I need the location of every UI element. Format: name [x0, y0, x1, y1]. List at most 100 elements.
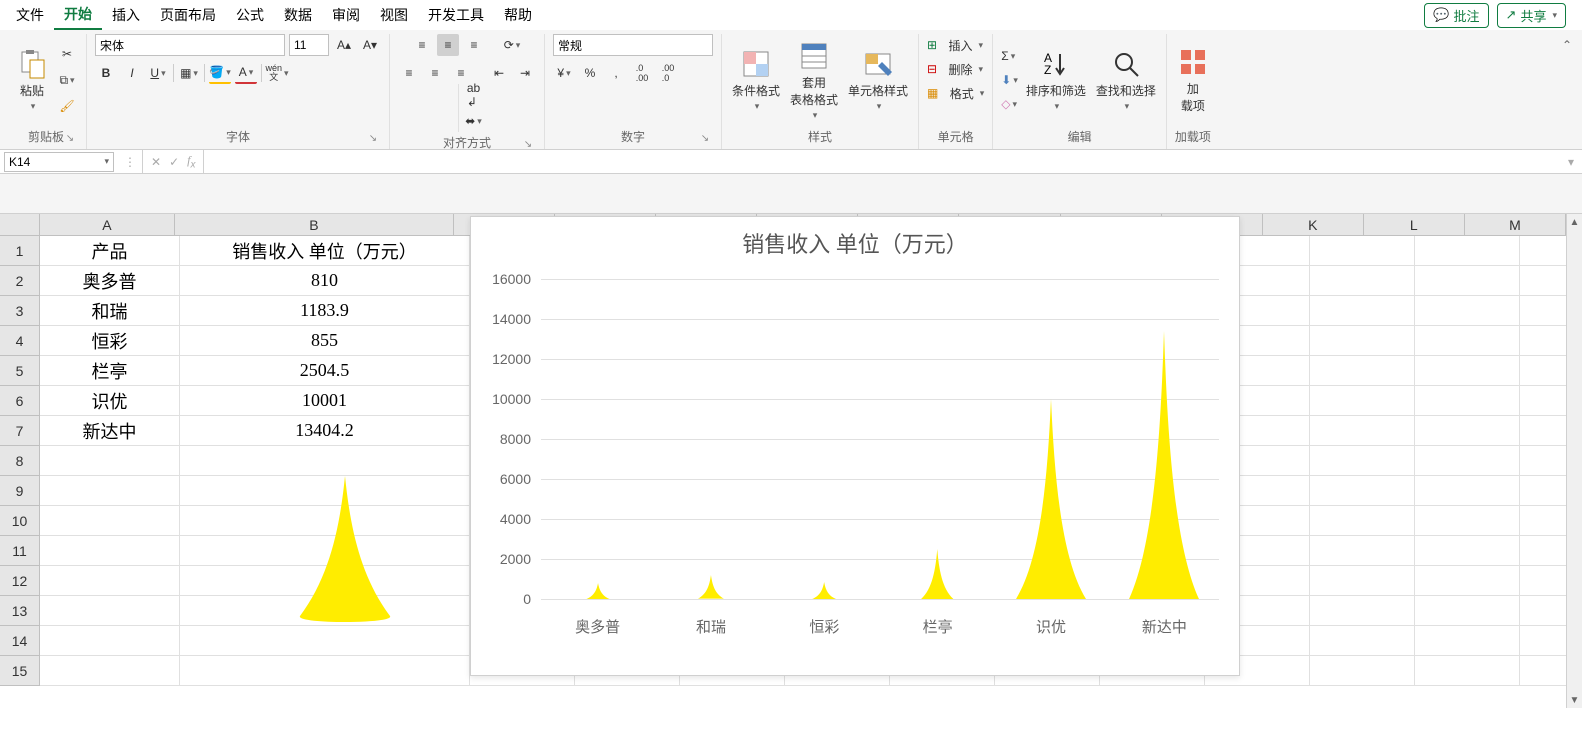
tab-file[interactable]: 文件: [6, 1, 54, 29]
cell-B7[interactable]: 13404.2: [180, 416, 470, 446]
cell-K4[interactable]: [1310, 326, 1415, 356]
cell-L1[interactable]: [1415, 236, 1520, 266]
cell-A10[interactable]: [40, 506, 180, 536]
expand-fx-icon[interactable]: ▾: [1560, 155, 1582, 169]
font-color-button[interactable]: A▾: [235, 62, 257, 84]
cell-B14[interactable]: [180, 626, 470, 656]
cell-B15[interactable]: [180, 656, 470, 686]
row-header-5[interactable]: 5: [0, 356, 40, 386]
format-painter-button[interactable]: 🖌: [56, 95, 78, 117]
tab-home[interactable]: 开始: [54, 0, 102, 30]
find-select-button[interactable]: 查找和选择▾: [1094, 46, 1158, 114]
dialog-launcher-icon[interactable]: ↘: [699, 133, 711, 145]
col-header-L[interactable]: L: [1364, 214, 1465, 236]
cell-K7[interactable]: [1310, 416, 1415, 446]
italic-button[interactable]: I: [121, 62, 143, 84]
increase-font-button[interactable]: A▴: [333, 34, 355, 56]
row-header-8[interactable]: 8: [0, 446, 40, 476]
bold-button[interactable]: B: [95, 62, 117, 84]
cell-A6[interactable]: 识优: [40, 386, 180, 416]
dialog-launcher-icon[interactable]: ↘: [522, 139, 534, 151]
tab-data[interactable]: 数据: [274, 1, 322, 29]
cell-K10[interactable]: [1310, 506, 1415, 536]
tab-formula[interactable]: 公式: [226, 1, 274, 29]
scroll-down-icon[interactable]: ▼: [1567, 692, 1582, 708]
row-header-7[interactable]: 7: [0, 416, 40, 446]
tab-help[interactable]: 帮助: [494, 1, 542, 29]
cell-K11[interactable]: [1310, 536, 1415, 566]
cell-A2[interactable]: 奥多普: [40, 266, 180, 296]
row-header-12[interactable]: 12: [0, 566, 40, 596]
cell-B5[interactable]: 2504.5: [180, 356, 470, 386]
font-size-input[interactable]: [289, 34, 329, 56]
cell-A11[interactable]: [40, 536, 180, 566]
collapse-ribbon-icon[interactable]: ⌃: [1562, 38, 1572, 52]
cond-format-button[interactable]: 条件格式▾: [730, 46, 782, 114]
fx-icon[interactable]: fx: [187, 153, 195, 170]
align-center-button[interactable]: ≡: [424, 62, 446, 84]
fill-button[interactable]: ⬇▾: [1001, 69, 1018, 91]
fill-color-button[interactable]: 🪣▾: [209, 62, 231, 84]
dialog-launcher-icon[interactable]: ↘: [64, 133, 76, 145]
cell-A5[interactable]: 栏亭: [40, 356, 180, 386]
row-header-13[interactable]: 13: [0, 596, 40, 626]
cell-B1[interactable]: 销售收入 单位（万元）: [180, 236, 470, 266]
cell-K14[interactable]: [1310, 626, 1415, 656]
row-header-9[interactable]: 9: [0, 476, 40, 506]
dialog-launcher-icon[interactable]: ↘: [367, 133, 379, 145]
cell-K2[interactable]: [1310, 266, 1415, 296]
wrap-text-button[interactable]: ab↲: [467, 84, 480, 106]
cell-K8[interactable]: [1310, 446, 1415, 476]
cell-A3[interactable]: 和瑞: [40, 296, 180, 326]
cell-K12[interactable]: [1310, 566, 1415, 596]
cell-A8[interactable]: [40, 446, 180, 476]
align-mid-button[interactable]: ≡: [437, 34, 459, 56]
paste-button[interactable]: 粘贴 ▾: [14, 46, 50, 114]
cell-L10[interactable]: [1415, 506, 1520, 536]
cell-L12[interactable]: [1415, 566, 1520, 596]
select-all-corner[interactable]: [0, 214, 40, 236]
comma-button[interactable]: ,: [605, 62, 627, 84]
row-header-10[interactable]: 10: [0, 506, 40, 536]
row-header-15[interactable]: 15: [0, 656, 40, 686]
cell-L2[interactable]: [1415, 266, 1520, 296]
indent-dec-button[interactable]: ⇤: [488, 62, 510, 84]
merge-button[interactable]: ⬌▾: [465, 110, 482, 132]
cell-L15[interactable]: [1415, 656, 1520, 686]
cell-K1[interactable]: [1310, 236, 1415, 266]
row-header-14[interactable]: 14: [0, 626, 40, 656]
percent-button[interactable]: %: [579, 62, 601, 84]
cell-L7[interactable]: [1415, 416, 1520, 446]
enter-icon[interactable]: ✓: [169, 155, 179, 169]
col-header-B[interactable]: B: [175, 214, 454, 236]
cell-A14[interactable]: [40, 626, 180, 656]
row-header-3[interactable]: 3: [0, 296, 40, 326]
name-box[interactable]: K14 ▾: [4, 152, 114, 172]
cut-button[interactable]: ✂: [56, 43, 78, 65]
cell-K3[interactable]: [1310, 296, 1415, 326]
cell-L11[interactable]: [1415, 536, 1520, 566]
clear-button[interactable]: ◇▾: [1001, 93, 1017, 115]
align-bot-button[interactable]: ≡: [463, 34, 485, 56]
scroll-up-icon[interactable]: ▲: [1567, 214, 1582, 230]
comments-button[interactable]: 💬 批注: [1424, 3, 1488, 28]
number-format-input[interactable]: [553, 34, 713, 56]
dec-decimal-button[interactable]: .00.0: [657, 62, 679, 84]
cell-A4[interactable]: 恒彩: [40, 326, 180, 356]
cell-K6[interactable]: [1310, 386, 1415, 416]
row-header-1[interactable]: 1: [0, 236, 40, 266]
indent-inc-button[interactable]: ⇥: [514, 62, 536, 84]
underline-button[interactable]: U▾: [147, 62, 169, 84]
format-cells-button[interactable]: ▦ 格式▾: [927, 82, 984, 104]
cell-A13[interactable]: [40, 596, 180, 626]
cell-A15[interactable]: [40, 656, 180, 686]
table-format-button[interactable]: 套用 表格格式▾: [788, 38, 840, 123]
cell-B6[interactable]: 10001: [180, 386, 470, 416]
row-header-2[interactable]: 2: [0, 266, 40, 296]
row-header-6[interactable]: 6: [0, 386, 40, 416]
addin-button[interactable]: 加 载项: [1175, 44, 1211, 116]
cell-B2[interactable]: 810: [180, 266, 470, 296]
cell-K9[interactable]: [1310, 476, 1415, 506]
align-top-button[interactable]: ≡: [411, 34, 433, 56]
autosum-button[interactable]: Σ▾: [1001, 45, 1015, 67]
